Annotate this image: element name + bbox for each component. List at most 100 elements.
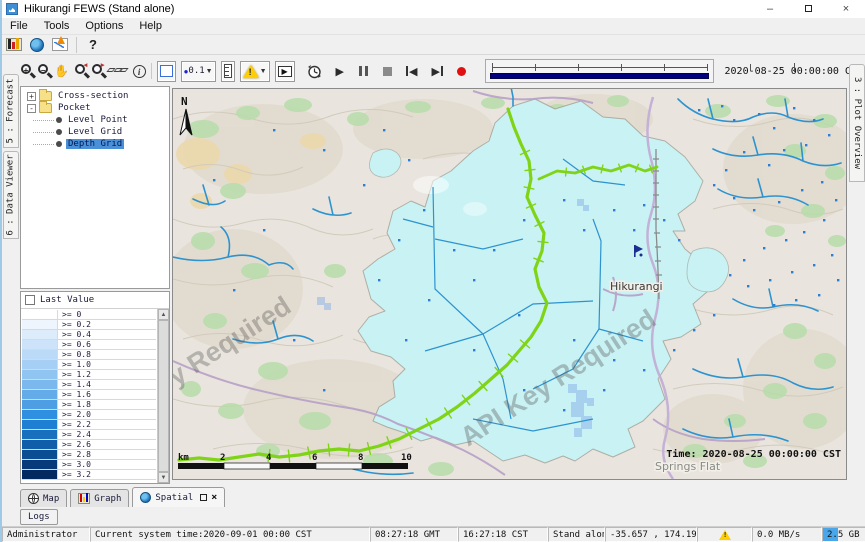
zoom-in-icon[interactable]: + bbox=[20, 63, 32, 80]
legend-label: >= 1.0 bbox=[58, 360, 156, 369]
toolbar-separator bbox=[151, 63, 152, 79]
legend-row[interactable]: >= 2.2 bbox=[22, 420, 156, 430]
legend-label: >= 0.2 bbox=[58, 320, 156, 329]
tab-map[interactable]: Map bbox=[20, 489, 67, 507]
record-button[interactable] bbox=[457, 67, 466, 76]
tree-item-depth-grid[interactable]: Depth Grid bbox=[21, 138, 169, 150]
scroll-down-icon[interactable]: ▼ bbox=[158, 472, 169, 483]
zoom-out-icon[interactable]: − bbox=[37, 63, 49, 80]
legend-label: >= 3.2 bbox=[58, 470, 156, 479]
legend-row[interactable]: >= 2.8 bbox=[22, 450, 156, 460]
legend-row[interactable]: >= 3.0 bbox=[22, 460, 156, 470]
tree-expander-icon[interactable]: + bbox=[27, 92, 36, 101]
legend-label: >= 1.4 bbox=[58, 380, 156, 389]
legend-swatch bbox=[22, 430, 58, 439]
scroll-up-icon[interactable]: ▲ bbox=[158, 309, 169, 320]
zoom-next-icon[interactable]: ▸ bbox=[91, 63, 103, 80]
legend-label: >= 2.0 bbox=[58, 410, 156, 419]
step-end-button[interactable]: ▶ bbox=[431, 65, 442, 78]
animation-clock-icon[interactable] bbox=[306, 62, 323, 81]
legend-row[interactable]: >= 0.2 bbox=[22, 320, 156, 330]
legend-row[interactable]: >= 0.8 bbox=[22, 350, 156, 360]
legend-row[interactable]: >= 1.6 bbox=[22, 390, 156, 400]
last-value-checkbox[interactable] bbox=[25, 295, 35, 305]
legend-row[interactable]: >= 0.4 bbox=[22, 330, 156, 340]
tab-plot-overview[interactable]: 3 : Plot Overview bbox=[849, 64, 865, 182]
legend-row[interactable]: >= 3.2 bbox=[22, 470, 156, 480]
interval-dropdown[interactable]: ● 0.1 ▼ bbox=[181, 61, 216, 82]
status-download-rate: 0.0 MB/s bbox=[752, 527, 822, 542]
legend-swatch bbox=[22, 450, 58, 459]
menu-file[interactable]: File bbox=[2, 20, 36, 32]
legend-row[interactable]: >= 1.2 bbox=[22, 370, 156, 380]
status-mode: Stand alone bbox=[548, 527, 605, 542]
close-button[interactable]: × bbox=[827, 0, 865, 18]
play-button[interactable]: ▶ bbox=[336, 65, 344, 78]
legend-row[interactable]: >= 2.0 bbox=[22, 410, 156, 420]
profile-chart-icon[interactable] bbox=[52, 38, 68, 51]
tree-item-level-point[interactable]: Level Point bbox=[21, 114, 169, 126]
locality-label: Springs Flat bbox=[655, 460, 721, 473]
ruler-button[interactable] bbox=[221, 61, 235, 82]
tab-data-viewer[interactable]: 6 : Data Viewer bbox=[3, 151, 19, 239]
legend-row[interactable]: >= 2.6 bbox=[22, 440, 156, 450]
grid-display-button[interactable] bbox=[157, 61, 176, 82]
pause-button[interactable] bbox=[358, 66, 369, 76]
tab-forecast[interactable]: 5 : Forecast bbox=[3, 74, 19, 148]
svg-text:10: 10 bbox=[401, 453, 412, 463]
logs-button[interactable]: Logs bbox=[20, 509, 58, 525]
tree-item-level-grid[interactable]: Level Grid bbox=[21, 126, 169, 138]
legend-row[interactable]: >= 1.0 bbox=[22, 360, 156, 370]
tab-spatial[interactable]: Spatial × bbox=[132, 487, 225, 507]
status-system-time: Current system time:2020-09-01 00:00 CST bbox=[90, 527, 370, 542]
minimize-button[interactable]: – bbox=[751, 0, 789, 18]
status-warning[interactable] bbox=[697, 527, 752, 542]
movie-player-button[interactable]: ▶ bbox=[275, 61, 295, 82]
globe-icon[interactable] bbox=[30, 38, 44, 52]
legend-swatch bbox=[22, 340, 58, 349]
tree-item-pocket[interactable]: -Pocket bbox=[21, 102, 169, 114]
undock-icon[interactable] bbox=[200, 494, 207, 501]
legend-swatch bbox=[22, 360, 58, 369]
window-title: Hikurangi FEWS (Stand alone) bbox=[24, 3, 174, 15]
help-icon[interactable]: ? bbox=[85, 37, 101, 52]
time-slider-bar[interactable] bbox=[490, 73, 709, 79]
menu-help[interactable]: Help bbox=[131, 20, 170, 32]
legend-swatch bbox=[22, 320, 58, 329]
step-begin-button[interactable]: ◀ bbox=[406, 65, 417, 78]
map-canvas[interactable]: API Key Required API Key Required Hikura… bbox=[172, 88, 847, 480]
status-gmt-time: 08:27:18 GMT bbox=[370, 527, 458, 542]
status-user: Administrator bbox=[2, 527, 90, 542]
warning-dropdown[interactable]: ▼ bbox=[240, 61, 270, 82]
zoom-previous-icon[interactable]: ◂ bbox=[74, 63, 86, 80]
legend-scrollbar[interactable]: ▲ ▼ bbox=[157, 309, 169, 483]
main-toolbar: ? bbox=[2, 35, 865, 55]
pan-icon[interactable]: ✋ bbox=[54, 62, 69, 81]
close-tab-icon[interactable]: × bbox=[211, 494, 217, 501]
toolbar-separator bbox=[76, 37, 77, 53]
legend-row[interactable]: >= 2.4 bbox=[22, 430, 156, 440]
legend-label: >= 2.2 bbox=[58, 420, 156, 429]
scrollbar-thumb[interactable] bbox=[158, 320, 169, 472]
legend-label: >= 0 bbox=[58, 310, 156, 319]
menu-tools[interactable]: Tools bbox=[36, 20, 78, 32]
menu-options[interactable]: Options bbox=[77, 20, 131, 32]
time-slider[interactable] bbox=[485, 59, 714, 83]
svg-text:N: N bbox=[181, 95, 188, 108]
svg-text:4: 4 bbox=[266, 453, 272, 463]
legend-row[interactable]: >= 0 bbox=[22, 310, 156, 320]
statistics-icon[interactable] bbox=[6, 38, 22, 51]
tree-expander-icon[interactable]: - bbox=[27, 104, 36, 113]
maximize-button[interactable] bbox=[789, 0, 827, 18]
bullet-icon bbox=[56, 117, 62, 123]
legend-row[interactable]: >= 1.4 bbox=[22, 380, 156, 390]
legend-swatch bbox=[22, 460, 58, 469]
map-time-label: Time: 2020-08-25 00:00:00 CST bbox=[666, 448, 841, 460]
layers-icon[interactable] bbox=[108, 62, 127, 81]
stop-button[interactable] bbox=[383, 67, 392, 76]
info-icon[interactable]: i bbox=[132, 62, 146, 81]
tab-graph[interactable]: Graph bbox=[70, 489, 129, 507]
legend-row[interactable]: >= 0.6 bbox=[22, 340, 156, 350]
legend-row[interactable]: >= 1.8 bbox=[22, 400, 156, 410]
folder-icon bbox=[39, 103, 52, 113]
